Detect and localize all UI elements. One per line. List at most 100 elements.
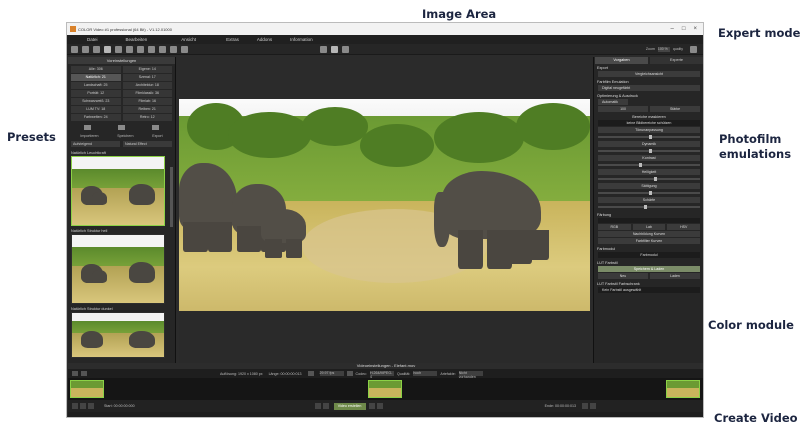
slider-helligkeit[interactable] bbox=[598, 177, 700, 181]
save-icon[interactable] bbox=[93, 45, 100, 53]
timeline-clip[interactable] bbox=[666, 380, 700, 398]
slider-kontrast[interactable] bbox=[598, 163, 700, 167]
film-emulation-select[interactable]: Digital neugefärbt bbox=[598, 85, 700, 91]
fps-select[interactable]: 29.97 fps bbox=[319, 371, 344, 376]
auto-value[interactable]: 100 bbox=[598, 106, 648, 112]
trash-icon[interactable] bbox=[170, 45, 177, 53]
print-icon[interactable] bbox=[115, 45, 122, 53]
lut-select[interactable]: Kein Farbstil ausgewählt bbox=[598, 287, 700, 293]
forward-icon[interactable] bbox=[376, 403, 383, 409]
preset-category[interactable]: Farbwelten: 24 bbox=[71, 114, 121, 121]
menu-ansicht[interactable]: Ansicht bbox=[181, 37, 196, 42]
filter-select[interactable]: Natural Effect bbox=[123, 141, 172, 147]
fullscreen-icon[interactable] bbox=[690, 45, 697, 53]
split-view-icon[interactable] bbox=[320, 45, 327, 53]
menu-datei[interactable]: Datei bbox=[87, 37, 98, 42]
minimize-icon[interactable]: – bbox=[671, 26, 674, 32]
single-view-icon[interactable] bbox=[331, 45, 338, 53]
loop-icon[interactable] bbox=[81, 371, 87, 376]
save-preset-icon[interactable] bbox=[117, 125, 125, 130]
video-timeline[interactable] bbox=[68, 378, 703, 400]
image-icon[interactable] bbox=[137, 45, 144, 53]
compare-view-button[interactable]: Vergleichsansicht bbox=[598, 71, 700, 77]
timeline-clip[interactable] bbox=[70, 380, 104, 398]
lut-new-button[interactable]: Neu bbox=[598, 273, 648, 279]
lut-load-button[interactable]: Laden bbox=[650, 273, 700, 279]
next-icon[interactable] bbox=[581, 403, 588, 409]
info-icon[interactable] bbox=[342, 45, 349, 53]
preset-thumbnail[interactable] bbox=[71, 312, 165, 358]
play-icon[interactable] bbox=[72, 371, 78, 376]
preset-category[interactable]: Filmklassik: 36 bbox=[122, 90, 172, 97]
lab-button[interactable]: Lab bbox=[632, 224, 666, 230]
import-icon[interactable] bbox=[84, 125, 92, 130]
preset-category[interactable]: Architektur: 18 bbox=[122, 82, 172, 89]
rgb-button[interactable]: RGB bbox=[598, 224, 631, 230]
import-label[interactable]: Importieren bbox=[80, 134, 98, 138]
step-back-icon[interactable] bbox=[322, 403, 329, 409]
settings-icon[interactable] bbox=[159, 45, 166, 53]
sort-select[interactable]: Aufsteigend bbox=[71, 141, 120, 147]
create-video-button[interactable]: Video erstellen bbox=[333, 402, 366, 410]
curves-button-2[interactable]: Farbfilter Kurven bbox=[598, 238, 700, 244]
menu-extras[interactable]: Extras bbox=[226, 37, 239, 42]
end-icon[interactable] bbox=[589, 403, 596, 409]
crop-icon[interactable] bbox=[104, 45, 111, 53]
preset-thumbnail[interactable] bbox=[71, 234, 165, 304]
hsv-button[interactable]: HSV bbox=[667, 224, 701, 230]
export-icon[interactable] bbox=[126, 45, 133, 53]
preset-category[interactable]: Landschaft: 25 bbox=[71, 82, 121, 89]
video-tool-icon[interactable] bbox=[346, 371, 353, 376]
preset-category[interactable]: Natürlich: 21 bbox=[71, 74, 121, 81]
preset-item[interactable]: Natürlich Leuchtkraft bbox=[71, 150, 172, 226]
preset-category[interactable]: LUM TV: 18 bbox=[71, 106, 121, 113]
compare-icon[interactable] bbox=[148, 45, 155, 53]
artifact-select[interactable]: Nicht vorhanden bbox=[458, 371, 483, 379]
back-icon[interactable] bbox=[88, 403, 94, 409]
slider-schärfe[interactable] bbox=[598, 205, 700, 209]
step-forward-icon[interactable] bbox=[368, 403, 375, 409]
range-select[interactable]: keine Bildbereiche schützen bbox=[598, 120, 700, 126]
strength-button[interactable]: Stärke bbox=[650, 106, 700, 112]
curves-button-1[interactable]: Nachbildung Kurven bbox=[598, 231, 700, 237]
preset-item[interactable]: Natürlich Struktur hell bbox=[71, 228, 172, 304]
prev-icon[interactable] bbox=[80, 403, 86, 409]
start-icon[interactable] bbox=[72, 403, 78, 409]
preset-category[interactable]: Alle: 306 bbox=[71, 66, 121, 73]
color-mode-select[interactable] bbox=[598, 218, 700, 223]
preset-category[interactable]: Szenal: 17 bbox=[122, 74, 172, 81]
menu-addons[interactable]: Addons bbox=[257, 37, 272, 42]
quality-select[interactable]: hoch bbox=[413, 371, 438, 376]
auto-select[interactable]: Automatik bbox=[598, 99, 628, 105]
presets-scrollbar[interactable] bbox=[170, 167, 173, 227]
preset-category[interactable]: Retro: 12 bbox=[122, 114, 172, 121]
preset-category[interactable]: Reiben: 21 bbox=[122, 106, 172, 113]
preset-category[interactable]: Eigene: 14 bbox=[122, 66, 172, 73]
preset-category[interactable]: Filmlab: 16 bbox=[122, 98, 172, 105]
menu-information[interactable]: Information bbox=[290, 37, 313, 42]
preset-item[interactable]: Natürlich Struktur dunkel bbox=[71, 306, 172, 358]
codec-select[interactable]: H.264/MPEG-4 bbox=[369, 371, 394, 379]
rewind-icon[interactable] bbox=[314, 403, 321, 409]
close-icon[interactable]: × bbox=[693, 26, 697, 32]
slider-sättigung[interactable] bbox=[598, 191, 700, 195]
preset-category[interactable]: Porträt: 12 bbox=[71, 90, 121, 97]
timeline-clip[interactable] bbox=[368, 380, 402, 398]
video-info-icon[interactable] bbox=[307, 371, 314, 376]
export-label[interactable]: Export bbox=[152, 134, 162, 138]
export-preset-icon[interactable] bbox=[151, 125, 159, 130]
tone-button[interactable]: Tönunanpassung bbox=[598, 127, 700, 133]
image-area[interactable] bbox=[179, 99, 590, 311]
preset-category[interactable]: Schwarzweiß: 23 bbox=[71, 98, 121, 105]
preset-thumbnail[interactable] bbox=[71, 156, 165, 226]
lut-save-load-button[interactable]: Speichern & Laden bbox=[598, 266, 700, 272]
slider-dynamik[interactable] bbox=[598, 149, 700, 153]
tab-presets[interactable]: Vorgaben bbox=[595, 57, 648, 64]
new-icon[interactable] bbox=[71, 45, 78, 53]
color-module-button[interactable]: Farbmodul bbox=[598, 252, 700, 258]
tab-expert[interactable]: Experte bbox=[650, 57, 703, 64]
rotate-icon[interactable] bbox=[181, 45, 188, 53]
menu-bearbeiten[interactable]: Bearbeiten bbox=[126, 37, 148, 42]
zoom-select[interactable]: 100 % bbox=[657, 46, 670, 52]
save-label[interactable]: Speichern bbox=[117, 134, 133, 138]
